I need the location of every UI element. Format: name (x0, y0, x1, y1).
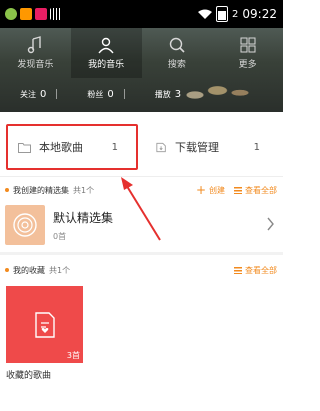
heart-document-icon (34, 311, 55, 338)
barcode-icon (50, 8, 62, 20)
view-all-favorites-button[interactable]: 查看全部 (234, 265, 277, 276)
section-dot (5, 188, 9, 192)
favorites-section-header: 我的收藏 共1个 查看全部 (0, 261, 283, 279)
search-icon (169, 37, 185, 53)
music-header: 发现音乐 我的音乐 搜索 更多 关注 0 粉丝 0 播放 3 (0, 28, 283, 112)
stat-fans[interactable]: 粉丝 0 (87, 88, 125, 100)
app-notification-icon (5, 8, 17, 20)
stat-label: 关注 (20, 89, 36, 99)
local-songs-card[interactable]: 本地歌曲 1 (6, 124, 138, 170)
folder-icon (18, 142, 31, 153)
status-right: 2 09:22 (198, 6, 277, 22)
tab-label: 我的音乐 (88, 60, 125, 70)
app-notification-icon (20, 8, 32, 20)
chevron-right-icon (267, 217, 274, 231)
vinyl-icon (13, 213, 37, 237)
section-count: 共1个 (73, 185, 95, 195)
notification-icons (5, 8, 62, 20)
download-manager-card[interactable]: 下载管理 1 (146, 124, 278, 170)
section-title: 我创建的精选集 (13, 185, 69, 195)
created-section-header: 我创建的精选集 共1个 + 创建 查看全部 (0, 181, 283, 199)
playlist-title: 默认精选集 (53, 210, 114, 225)
view-all-label: 查看全部 (245, 265, 277, 275)
tab-label: 发现音乐 (17, 60, 54, 70)
header-background-art (168, 68, 258, 112)
section-dot (5, 268, 9, 272)
clock: 09:22 (242, 7, 277, 21)
local-songs-count: 1 (111, 141, 118, 153)
stat-follow[interactable]: 关注 0 (20, 88, 58, 100)
stat-divider (56, 89, 58, 99)
section-divider (0, 252, 283, 255)
favorite-songs-tile[interactable]: 3首 (6, 286, 83, 363)
section-title: 我的收藏 (13, 265, 45, 275)
wifi-icon (198, 9, 213, 19)
tab-my-music[interactable]: 我的音乐 (70, 28, 142, 78)
person-icon (98, 37, 114, 54)
grid-icon (240, 37, 256, 53)
quick-cards: 本地歌曲 1 下载管理 1 (0, 124, 283, 177)
download-manager-label: 下载管理 (175, 141, 219, 154)
playlist-cover (5, 205, 45, 245)
plus-icon: + (195, 183, 206, 197)
favorite-songs-name: 收藏的歌曲 (6, 371, 52, 381)
stat-label: 粉丝 (87, 89, 104, 99)
create-button[interactable]: + 创建 (195, 183, 225, 197)
create-label: 创建 (209, 185, 225, 195)
list-icon (234, 186, 242, 194)
local-songs-label: 本地歌曲 (39, 141, 83, 154)
music-note-icon (28, 36, 42, 54)
view-all-label: 查看全部 (245, 185, 277, 195)
battery-icon (216, 6, 229, 22)
stat-value: 0 (107, 88, 114, 100)
favorite-count: 3首 (66, 351, 80, 360)
section-count: 共1个 (49, 265, 71, 275)
playlist-text: 默认精选集 0首 (53, 209, 113, 242)
tab-discover[interactable]: 发现音乐 (0, 28, 71, 78)
app-notification-icon (35, 8, 47, 20)
view-all-created-button[interactable]: 查看全部 (234, 185, 277, 196)
stat-divider (123, 89, 125, 99)
list-icon (234, 266, 242, 274)
default-playlist-row[interactable]: 默认精选集 0首 (0, 202, 283, 248)
stat-value: 0 (40, 88, 47, 100)
status-bar: 2 09:22 (0, 0, 283, 28)
download-count: 1 (253, 141, 260, 153)
download-file-icon (156, 142, 166, 152)
playlist-song-count: 0首 (53, 231, 67, 241)
battery-level: 2 (232, 8, 239, 20)
